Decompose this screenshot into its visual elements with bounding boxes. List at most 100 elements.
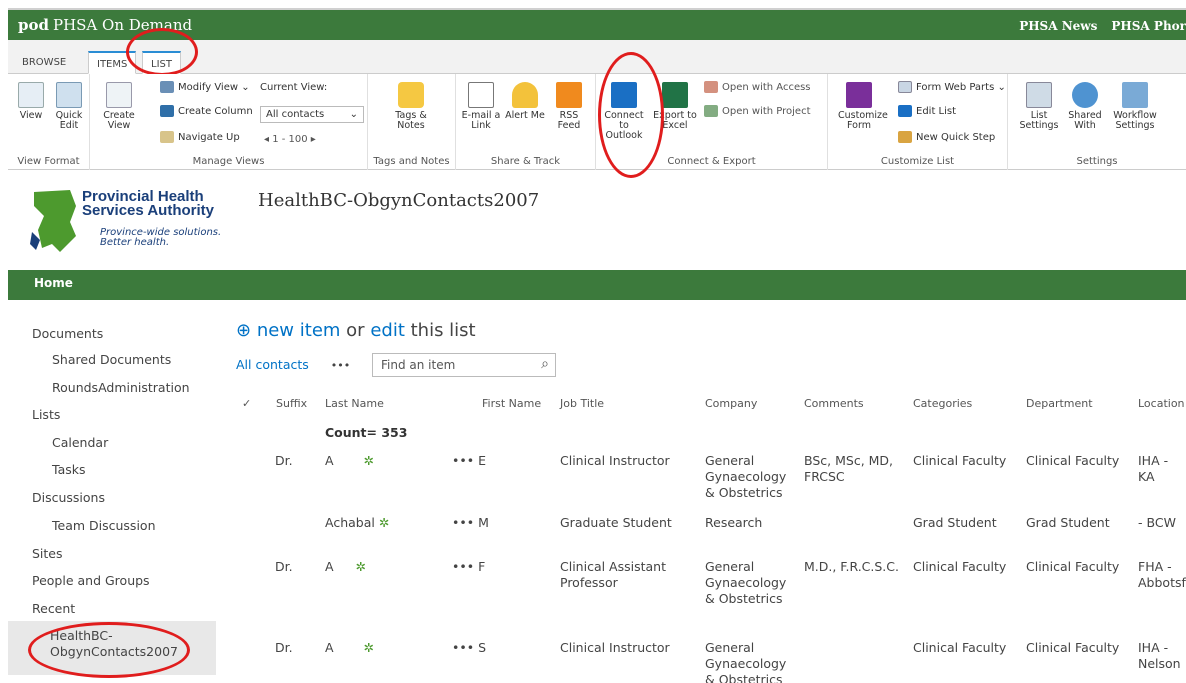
workflow-settings-button[interactable]: Workflow Settings (1110, 82, 1160, 131)
nav-sites[interactable]: Sites (32, 546, 63, 561)
new-item-icon: ✲ (355, 559, 367, 574)
nav-tasks[interactable]: Tasks (52, 462, 86, 477)
site-logo[interactable]: Provincial Health Services Authority Pro… (30, 184, 240, 264)
nav-recent-item[interactable]: HealthBC- ObgynContacts2007 (50, 628, 178, 660)
new-quick-step-button[interactable]: New Quick Step (898, 130, 995, 148)
cell-location: - BCW (1138, 515, 1176, 530)
tags-notes-button[interactable]: Tags & Notes (390, 82, 432, 131)
quick-step-icon (898, 131, 912, 143)
cell-last-name[interactable]: A ✲ (325, 453, 374, 469)
item-menu[interactable]: ••• S (452, 640, 486, 656)
cell-categories: Clinical Faculty (913, 640, 1007, 655)
cell-last-name[interactable]: Achabal ✲ (325, 515, 389, 531)
view-all-contacts[interactable]: All contacts (236, 357, 309, 372)
nav-documents[interactable]: Documents (32, 326, 103, 341)
outlook-icon (611, 82, 637, 108)
cell-company: General Gynaecology & Obstetrics (705, 453, 787, 500)
nav-lists[interactable]: Lists (32, 407, 60, 422)
column-header[interactable]: Company (705, 397, 757, 410)
item-menu[interactable]: ••• F (452, 559, 485, 575)
view-button[interactable]: View (10, 82, 52, 121)
column-header[interactable]: Suffix (276, 397, 307, 410)
email-link-button[interactable]: E-mail a Link (460, 82, 502, 131)
column-header[interactable]: Job Title (560, 397, 604, 410)
group-label: Tags and Notes (373, 156, 450, 167)
cell-company: Research (705, 515, 763, 530)
group-customize-list: Customize Form Form Web Parts ⌄ Edit Lis… (828, 74, 1008, 170)
home-link[interactable]: Home (34, 276, 73, 290)
nav-people-groups[interactable]: People and Groups (32, 573, 150, 588)
folder-up-icon (160, 131, 174, 143)
tab-items[interactable]: ITEMS (88, 51, 137, 74)
navigate-up-button[interactable]: Navigate Up (160, 130, 240, 148)
column-header[interactable]: Department (1026, 397, 1093, 410)
nav-shared-documents[interactable]: Shared Documents (52, 352, 171, 367)
site-brand[interactable]: pod PHSA On Demand (18, 16, 192, 34)
open-access-button[interactable]: Open with Access (704, 80, 811, 98)
edit-list-link[interactable]: edit (370, 320, 405, 341)
create-column-icon (160, 105, 174, 117)
view-more-menu[interactable]: ••• (331, 359, 350, 372)
page-title: HealthBC-ObgynContacts2007 (258, 190, 540, 211)
new-item-icon: ✲ (363, 453, 375, 468)
cell-department: Grad Student (1026, 515, 1110, 530)
view-icon (18, 82, 44, 108)
column-header[interactable]: Categories (913, 397, 972, 410)
cell-categories: Clinical Faculty (913, 559, 1007, 574)
logo-tagline: Province-wide solutions. Better health. (100, 227, 222, 248)
current-view-label: Current View: (260, 82, 328, 93)
cell-last-name[interactable]: A ✲ (325, 640, 374, 656)
add-icon[interactable]: ⊕ (236, 320, 251, 341)
new-item-bar: ⊕ new item or edit this list (236, 320, 476, 341)
tab-browse[interactable]: BROWSE (14, 51, 74, 74)
grid-icon (56, 82, 82, 108)
column-header[interactable]: First Name (482, 397, 541, 410)
rss-icon (556, 82, 582, 108)
link-phsa-phone[interactable]: PHSA Phor (1111, 19, 1186, 33)
edit-list-button[interactable]: Edit List (898, 104, 956, 122)
nav-rounds-administration[interactable]: RoundsAdministration (52, 380, 190, 395)
cell-suffix: Dr. (275, 640, 293, 655)
nav-team-discussion[interactable]: Team Discussion (52, 518, 156, 533)
item-menu[interactable]: ••• M (452, 515, 489, 531)
create-view-button[interactable]: Create View (98, 82, 140, 131)
open-project-button[interactable]: Open with Project (704, 104, 811, 122)
column-header[interactable]: Comments (804, 397, 864, 410)
nav-discussions[interactable]: Discussions (32, 490, 105, 505)
select-all-check[interactable]: ✓ (242, 397, 251, 410)
current-view-select[interactable]: All contacts ⌄ (260, 106, 364, 123)
export-excel-button[interactable]: Export to Excel (652, 82, 698, 131)
shared-with-button[interactable]: Shared With (1064, 82, 1106, 131)
rss-feed-button[interactable]: RSS Feed (548, 82, 590, 131)
nav-calendar[interactable]: Calendar (52, 435, 108, 450)
cell-last-name[interactable]: A ✲ (325, 559, 366, 575)
column-header[interactable]: Last Name (325, 397, 384, 410)
tag-icon (398, 82, 424, 108)
new-item-icon: ✲ (378, 515, 390, 530)
create-column-button[interactable]: Create Column (160, 104, 253, 122)
form-web-parts-button[interactable]: Form Web Parts ⌄ (898, 80, 1006, 98)
new-item-icon: ✲ (363, 640, 375, 655)
column-header[interactable]: Location (1138, 397, 1185, 410)
modify-view-button[interactable]: Modify View ⌄ (160, 80, 250, 98)
new-item-link[interactable]: new item (257, 320, 341, 341)
item-count: Count= 353 (325, 425, 408, 440)
alert-me-button[interactable]: Alert Me (504, 82, 546, 121)
nav-recent[interactable]: Recent (32, 601, 75, 616)
list-settings-button[interactable]: List Settings (1018, 82, 1060, 131)
this-list-text: this list (410, 320, 476, 341)
connect-outlook-button[interactable]: Connect to Outlook (600, 82, 648, 141)
quick-edit-button[interactable]: Quick Edit (48, 82, 90, 131)
cell-job-title: Clinical Instructor (560, 453, 670, 468)
cell-company: General Gynaecology & Obstetrics (705, 559, 787, 606)
paging-control[interactable]: ◂ 1 - 100 ▸ (264, 132, 316, 150)
tab-list[interactable]: LIST (142, 51, 181, 74)
cell-job-title: Clinical Instructor (560, 640, 670, 655)
modify-view-icon (160, 81, 174, 93)
item-menu[interactable]: ••• E (452, 453, 486, 469)
customize-form-button[interactable]: Customize Form (838, 82, 888, 131)
search-icon[interactable]: ⌕ (541, 356, 549, 372)
search-input[interactable]: Find an item ⌕ (372, 353, 556, 377)
cell-comments: M.D., F.R.C.S.C. (804, 559, 899, 574)
link-phsa-news[interactable]: PHSA News (1019, 19, 1097, 33)
